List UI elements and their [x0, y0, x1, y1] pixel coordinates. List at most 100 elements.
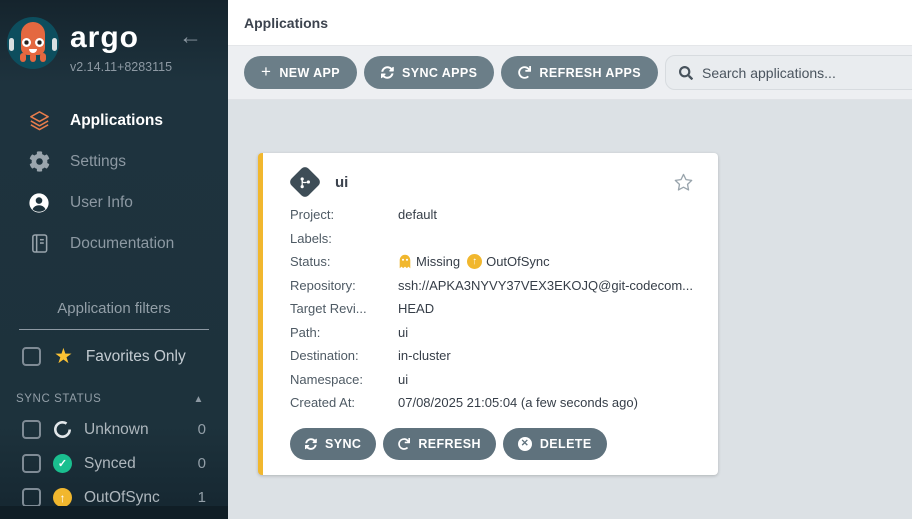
logo-eye — [35, 38, 44, 47]
row-value: default — [398, 207, 437, 222]
refresh-button[interactable]: REFRESH — [383, 428, 496, 460]
sidebar-collapse-arrow-icon[interactable]: ← — [179, 25, 202, 48]
card-actions: SYNC REFRESH ✕ DELETE — [290, 428, 696, 460]
gear-icon — [27, 151, 51, 172]
filter-row-synced[interactable]: ✓ Synced 0 — [22, 454, 206, 473]
sidebar-item-label: Documentation — [70, 235, 174, 253]
row-value: ui — [398, 372, 408, 387]
sync-status-title: SYNC STATUS — [16, 393, 101, 405]
card-row-project: Project: default — [290, 203, 696, 227]
version-label: v2.14.11+8283115 — [70, 60, 172, 74]
card-row-created-at: Created At: 07/08/2025 21:05:04 (a few s… — [290, 391, 696, 415]
application-card-ui[interactable]: ui Project: default Labels: Status: — [258, 153, 718, 475]
user-icon — [27, 192, 51, 214]
button-label: DELETE — [540, 437, 592, 451]
new-app-button[interactable]: + NEW APP — [244, 56, 357, 89]
health-status-text: Missing — [416, 254, 460, 269]
filter-count: 0 — [198, 455, 206, 472]
sidebar-item-label: Settings — [70, 153, 126, 171]
sidebar-item-applications[interactable]: Applications — [0, 100, 228, 141]
main-area: Applications + NEW APP SYNC APPS REFRESH… — [228, 0, 912, 519]
filter-label: Synced — [84, 455, 136, 473]
logo-eye — [22, 38, 31, 47]
sync-status-text: OutOfSync — [486, 254, 550, 269]
row-label: Status: — [290, 254, 398, 269]
argo-wordmark: argo — [70, 21, 139, 55]
card-row-namespace: Namespace: ui — [290, 368, 696, 392]
sync-icon — [381, 66, 394, 79]
toolbar: + NEW APP SYNC APPS REFRESH APPS — [228, 46, 912, 100]
sync-button[interactable]: SYNC — [290, 428, 376, 460]
sync-icon — [305, 438, 317, 450]
application-name: ui — [335, 174, 348, 191]
collapse-triangle-icon[interactable]: ▲ — [194, 394, 205, 405]
card-row-status: Status: Missing ↑ OutOfSync — [290, 250, 696, 274]
outofsync-checkbox[interactable] — [22, 488, 41, 507]
button-label: SYNC APPS — [402, 66, 477, 80]
unknown-circle-icon — [53, 420, 72, 439]
sidebar-item-documentation[interactable]: Documentation — [0, 223, 228, 264]
row-value: in-cluster — [398, 348, 451, 363]
button-label: REFRESH — [418, 437, 481, 451]
card-row-destination: Destination: in-cluster — [290, 344, 696, 368]
refresh-icon — [398, 438, 410, 450]
sidebar-nav: Applications Settings User Info — [0, 100, 228, 264]
logo-tentacle — [30, 53, 36, 62]
card-row-target-revision: Target Revi... HEAD — [290, 297, 696, 321]
favorites-label: Favorites Only — [86, 348, 186, 366]
synced-check-icon: ✓ — [53, 454, 72, 473]
button-label: SYNC — [325, 437, 361, 451]
x-circle-icon: ✕ — [518, 437, 532, 451]
row-value: ui — [398, 325, 408, 340]
filter-row-unknown[interactable]: Unknown 0 — [22, 420, 206, 439]
sync-status-section-header: SYNC STATUS ▲ — [16, 393, 204, 405]
synced-checkbox[interactable] — [22, 454, 41, 473]
sidebar-item-user-info[interactable]: User Info — [0, 182, 228, 223]
search-box: / — [665, 55, 912, 90]
argo-octopus-logo — [7, 17, 59, 69]
card-header: ui — [290, 166, 696, 198]
row-value: ssh://APKA3NYVY37VEX3EKOJQ@git-codecom..… — [398, 278, 693, 293]
delete-button[interactable]: ✕ DELETE — [503, 428, 607, 460]
sidebar-item-settings[interactable]: Settings — [0, 141, 228, 182]
row-label: Repository: — [290, 278, 398, 293]
card-row-labels: Labels: — [290, 227, 696, 251]
page-header: Applications — [228, 0, 912, 46]
filter-label: Unknown — [84, 421, 149, 439]
row-label: Created At: — [290, 395, 398, 410]
favorites-checkbox[interactable] — [22, 347, 41, 366]
star-icon: ★ — [54, 346, 73, 367]
search-input[interactable] — [702, 65, 912, 81]
sidebar-logo-row: argo v2.14.11+8283115 ← — [0, 0, 228, 80]
logo-tentacle — [20, 53, 26, 62]
filter-count: 0 — [198, 421, 206, 438]
row-value: HEAD — [398, 301, 434, 316]
row-label: Project: — [290, 207, 398, 222]
refresh-icon — [518, 66, 531, 79]
favorites-only-filter[interactable]: ★ Favorites Only — [22, 346, 228, 367]
row-label: Labels: — [290, 231, 398, 246]
search-icon — [679, 66, 693, 80]
status-value: Missing ↑ OutOfSync — [398, 254, 550, 269]
unknown-checkbox[interactable] — [22, 420, 41, 439]
ghost-icon — [398, 254, 412, 269]
button-label: NEW APP — [279, 66, 340, 80]
card-row-repository: Repository: ssh://APKA3NYVY37VEX3EKOJQ@g… — [290, 274, 696, 298]
sidebar-item-label: User Info — [70, 194, 133, 212]
button-label: REFRESH APPS — [539, 66, 641, 80]
arrow-up-circle-icon: ↑ — [467, 254, 482, 269]
row-label: Path: — [290, 325, 398, 340]
filters-title: Application filters — [19, 300, 209, 330]
row-label: Namespace: — [290, 372, 398, 387]
filter-label: OutOfSync — [84, 489, 160, 507]
row-value: 07/08/2025 21:05:04 (a few seconds ago) — [398, 395, 638, 410]
row-label: Target Revi... — [290, 301, 398, 316]
arrow-up-circle-icon: ↑ — [53, 488, 72, 507]
applications-list: ui Project: default Labels: Status: — [228, 100, 912, 519]
refresh-apps-button[interactable]: REFRESH APPS — [501, 56, 658, 89]
card-row-path: Path: ui — [290, 321, 696, 345]
star-outline-icon[interactable] — [673, 172, 694, 193]
sidebar-bottom-strip — [0, 506, 228, 519]
sync-apps-button[interactable]: SYNC APPS — [364, 56, 494, 89]
filter-row-outofsync[interactable]: ↑ OutOfSync 1 — [22, 488, 206, 507]
